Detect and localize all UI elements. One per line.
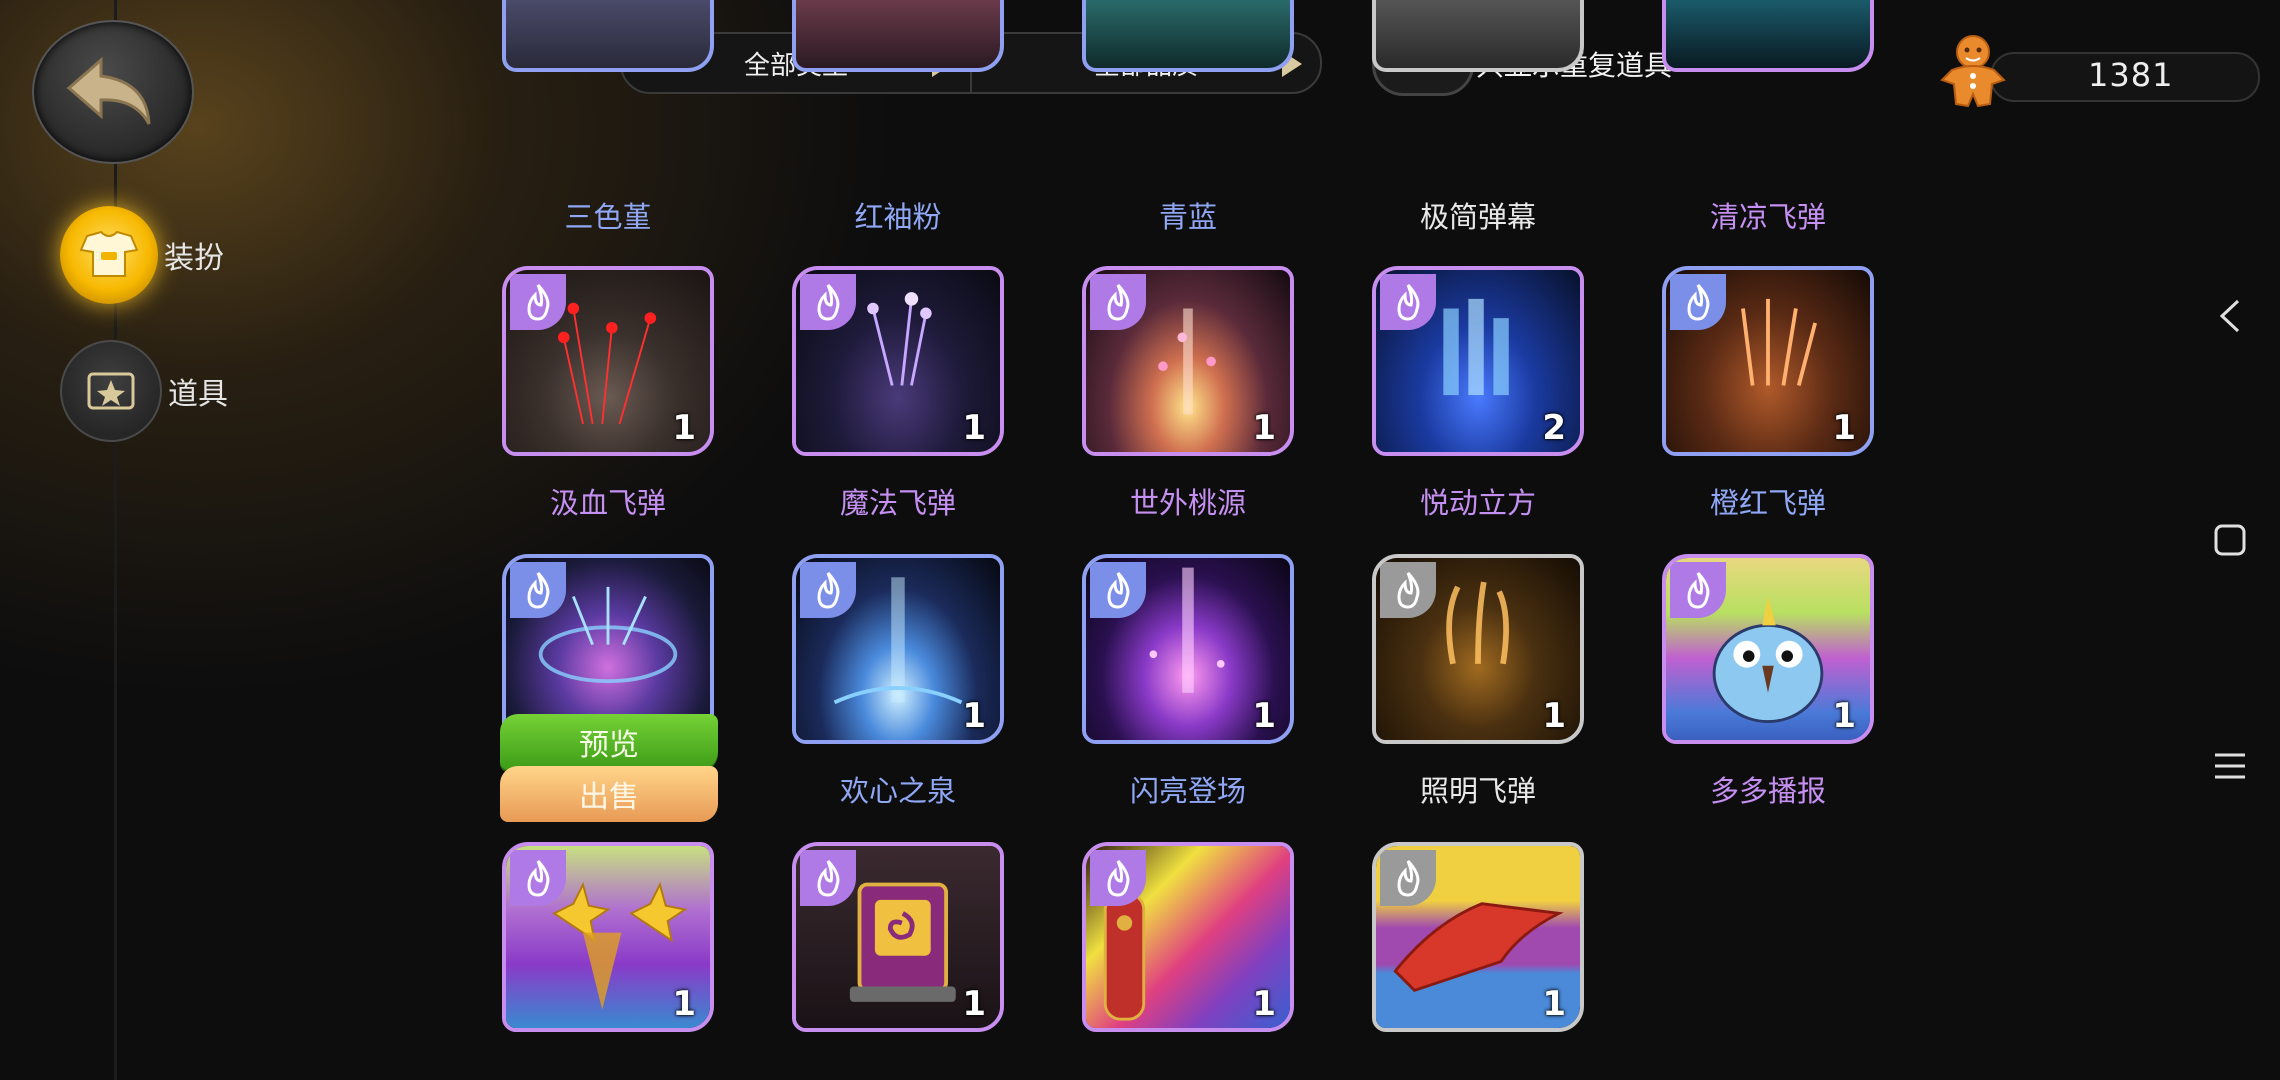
item-count: 1 bbox=[962, 696, 986, 736]
item-card: 1 bbox=[1082, 266, 1294, 456]
item-count: 1 bbox=[1252, 984, 1276, 1024]
item-count: 1 bbox=[1832, 696, 1856, 736]
item-count: 1 bbox=[672, 408, 696, 448]
preview-button[interactable]: 预览 bbox=[500, 714, 718, 770]
flame-badge-icon bbox=[1670, 562, 1726, 618]
flame-badge-icon bbox=[510, 274, 566, 330]
item-count: 1 bbox=[1252, 696, 1276, 736]
item-name: 三色堇 bbox=[564, 200, 652, 234]
item-card bbox=[502, 0, 714, 72]
side-nav-label: 道具 bbox=[168, 377, 228, 412]
flame-badge-icon bbox=[510, 562, 566, 618]
item-name: 清凉飞弹 bbox=[1709, 200, 1826, 234]
item-count: 2 bbox=[1542, 408, 1566, 448]
side-nav-outfit[interactable]: 装扮 bbox=[60, 206, 280, 304]
item-name: 闪亮登场 bbox=[1129, 774, 1246, 808]
item-count: 1 bbox=[962, 984, 986, 1024]
item-name: 极简弹幕 bbox=[1419, 200, 1536, 234]
system-nav-bar bbox=[2180, 0, 2280, 1080]
flame-badge-icon bbox=[800, 274, 856, 330]
item-card: 1 bbox=[1082, 842, 1294, 1032]
item-card: 1 bbox=[792, 266, 1004, 456]
item-card: 2 bbox=[1372, 266, 1584, 456]
flame-badge-icon bbox=[1670, 274, 1726, 330]
item-name: 多多播报 bbox=[1709, 774, 1826, 808]
item-card: 1 bbox=[1372, 554, 1584, 744]
item-card: 1 bbox=[792, 554, 1004, 744]
item-grid: 三色堇 红袖粉 青蓝 极简弹幕 清凉飞弹 1 汲血飞弹 1 魔法飞弹 1 世外桃… bbox=[500, 0, 1900, 1080]
item-name: 世外桃源 bbox=[1129, 486, 1246, 520]
item-name: 欢心之泉 bbox=[839, 774, 956, 808]
item-count: 1 bbox=[962, 408, 986, 448]
item-count: 1 bbox=[1252, 408, 1276, 448]
item-card: 1 bbox=[1372, 842, 1584, 1032]
item-card: 1 bbox=[792, 842, 1004, 1032]
flame-badge-icon bbox=[1090, 562, 1146, 618]
currency-value: 1381 bbox=[2088, 56, 2174, 94]
item-card-icon bbox=[60, 340, 162, 442]
item-name: 汲血飞弹 bbox=[549, 486, 666, 520]
item-count: 1 bbox=[672, 984, 696, 1024]
flame-badge-icon bbox=[800, 562, 856, 618]
item-card: 1 bbox=[1662, 266, 1874, 456]
item-card: 1 bbox=[1662, 554, 1874, 744]
flame-badge-icon bbox=[1380, 562, 1436, 618]
item-card bbox=[1082, 0, 1294, 72]
flame-badge-icon bbox=[1090, 274, 1146, 330]
item-name: 照明飞弹 bbox=[1419, 774, 1536, 808]
item-count: 1 bbox=[1832, 408, 1856, 448]
item-name: 青蓝 bbox=[1158, 200, 1217, 234]
item-name: 悦动立方 bbox=[1419, 486, 1536, 520]
back-arrow-icon bbox=[66, 56, 151, 125]
side-nav-label: 装扮 bbox=[164, 241, 224, 276]
flame-badge-icon bbox=[510, 850, 566, 906]
system-home-icon[interactable] bbox=[2206, 516, 2254, 564]
sell-button[interactable]: 出售 bbox=[500, 766, 718, 822]
item-name: 红袖粉 bbox=[854, 200, 942, 234]
flame-badge-icon bbox=[1090, 850, 1146, 906]
item-count: 1 bbox=[1542, 696, 1566, 736]
item-card: 1 bbox=[1082, 554, 1294, 744]
item-name: 橙红飞弹 bbox=[1709, 486, 1826, 520]
item-card bbox=[1662, 0, 1874, 72]
flame-badge-icon bbox=[1380, 850, 1436, 906]
gingerbread-icon bbox=[1938, 34, 2008, 114]
flame-badge-icon bbox=[1380, 274, 1436, 330]
system-menu-icon[interactable] bbox=[2206, 742, 2254, 790]
flame-badge-icon bbox=[800, 850, 856, 906]
item-card: 1 bbox=[502, 266, 714, 456]
item-name: 魔法飞弹 bbox=[839, 486, 956, 520]
system-back-icon[interactable] bbox=[2206, 292, 2254, 340]
item-card bbox=[1372, 0, 1584, 72]
item-card bbox=[792, 0, 1004, 72]
item-card: 1 bbox=[502, 842, 714, 1032]
back-button[interactable] bbox=[32, 20, 194, 164]
item-count: 1 bbox=[1542, 984, 1566, 1024]
outfit-icon bbox=[60, 206, 158, 304]
side-nav-items[interactable]: 道具 bbox=[60, 340, 280, 442]
